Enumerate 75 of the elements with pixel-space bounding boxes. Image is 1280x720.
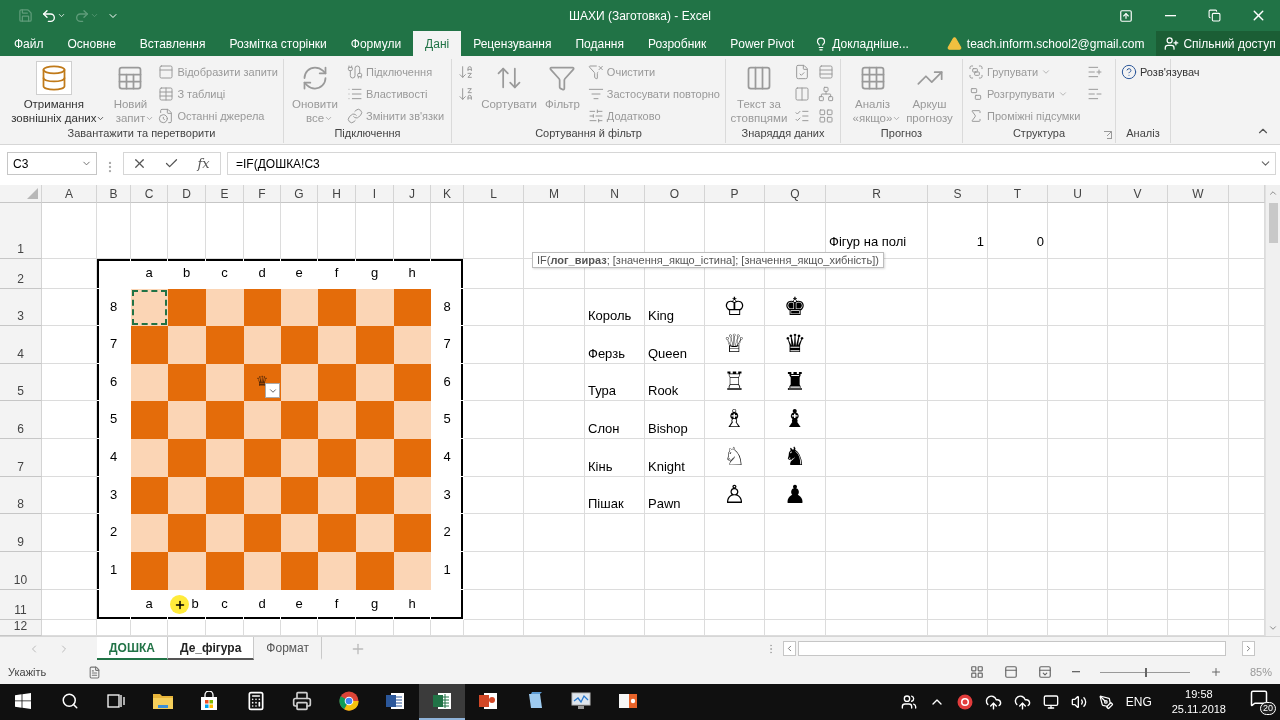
- chess-piece: ♘: [723, 444, 746, 469]
- rank-label: 5: [109, 411, 118, 426]
- rank-label: 1: [443, 562, 451, 577]
- chess-piece: ♛: [783, 331, 807, 356]
- rank-label: 6: [109, 373, 118, 389]
- file-label: d: [258, 596, 266, 611]
- piece-name: Слон: [588, 421, 620, 436]
- file-label: h: [408, 265, 416, 280]
- zoom-level: 85%: [1248, 666, 1272, 678]
- clock-time: 19:58: [1185, 687, 1213, 702]
- rank-label: 4: [443, 449, 451, 464]
- group-label: Знаряддя даних: [741, 127, 825, 141]
- account-email: teach.inform.school2@gmail.com: [966, 36, 1145, 51]
- file-label: c: [221, 596, 228, 611]
- piece-name: Тура: [588, 383, 617, 398]
- chess-piece: ♔: [723, 293, 746, 319]
- chess-piece: ♙: [723, 481, 746, 507]
- counter-value: 0: [1036, 234, 1044, 249]
- file-label: g: [370, 596, 379, 611]
- file-label: e: [295, 265, 303, 280]
- file-label: c: [221, 265, 228, 280]
- window-title: ШАХИ (Заготовка) - Excel: [569, 8, 711, 23]
- rank-label: 5: [443, 411, 451, 426]
- piece-name-english: King: [648, 308, 675, 323]
- group-label: Завантажити та перетворити: [67, 127, 216, 141]
- piece-name: Пішак: [588, 496, 624, 511]
- function-tooltip: IF(лог_вираз; [значення_якщо_істина]; [значення_якщо_хибність]): [532, 252, 884, 268]
- file-label: d: [258, 265, 266, 280]
- piece-name-english: Bishop: [648, 421, 688, 436]
- notification-count: 20: [1260, 702, 1276, 715]
- file-label: b: [191, 596, 199, 611]
- chess-piece: ♛: [255, 374, 269, 388]
- file-label: f: [334, 596, 339, 611]
- rank-label: 2: [109, 524, 118, 539]
- group-label: Підключення: [334, 127, 401, 141]
- group-label: Прогноз: [880, 127, 923, 141]
- file-label: b: [182, 265, 191, 280]
- rank-label: 4: [109, 449, 118, 464]
- counter-label: Фігур на полі: [829, 234, 907, 249]
- file-label: h: [408, 596, 416, 611]
- rank-label: 7: [109, 336, 118, 351]
- rank-label: 7: [443, 336, 451, 351]
- piece-name-english: Pawn: [648, 496, 681, 511]
- clock-date: 25.11.2018: [1171, 702, 1226, 717]
- chess-piece: ♟: [783, 481, 807, 507]
- chess-piece: ♕: [723, 331, 746, 356]
- file-label: e: [295, 596, 303, 611]
- chess-piece: ♝: [783, 406, 807, 431]
- rank-label: 8: [109, 298, 118, 314]
- piece-name-english: Queen: [648, 346, 688, 361]
- status-text: Укажіть: [8, 666, 48, 678]
- piece-name: Король: [588, 308, 632, 323]
- rank-label: 6: [443, 373, 451, 389]
- chess-piece: ♗: [723, 406, 746, 431]
- group-label: Структура: [1012, 127, 1066, 141]
- rank-label: 8: [443, 298, 451, 314]
- chess-piece: ♜: [783, 368, 807, 394]
- chess-piece: ♚: [783, 293, 807, 319]
- rank-label: 1: [109, 562, 118, 577]
- counter-value: 1: [976, 234, 984, 249]
- chess-piece: ♖: [723, 368, 746, 394]
- rank-label: 3: [109, 486, 118, 502]
- file-label: a: [145, 596, 153, 611]
- file-label: f: [334, 265, 339, 280]
- rank-label: 3: [443, 486, 451, 502]
- piece-name-english: Knight: [648, 459, 685, 474]
- group-label: Сортування й фільтр: [535, 127, 642, 141]
- piece-name: Кінь: [588, 459, 613, 474]
- rank-label: 2: [443, 524, 451, 539]
- piece-name-english: Rook: [648, 383, 679, 398]
- piece-name: Ферзь: [588, 346, 625, 361]
- group-label: Аналіз: [1126, 127, 1160, 141]
- file-label: g: [370, 265, 379, 280]
- chess-piece: ♞: [783, 444, 807, 469]
- file-label: a: [145, 265, 153, 280]
